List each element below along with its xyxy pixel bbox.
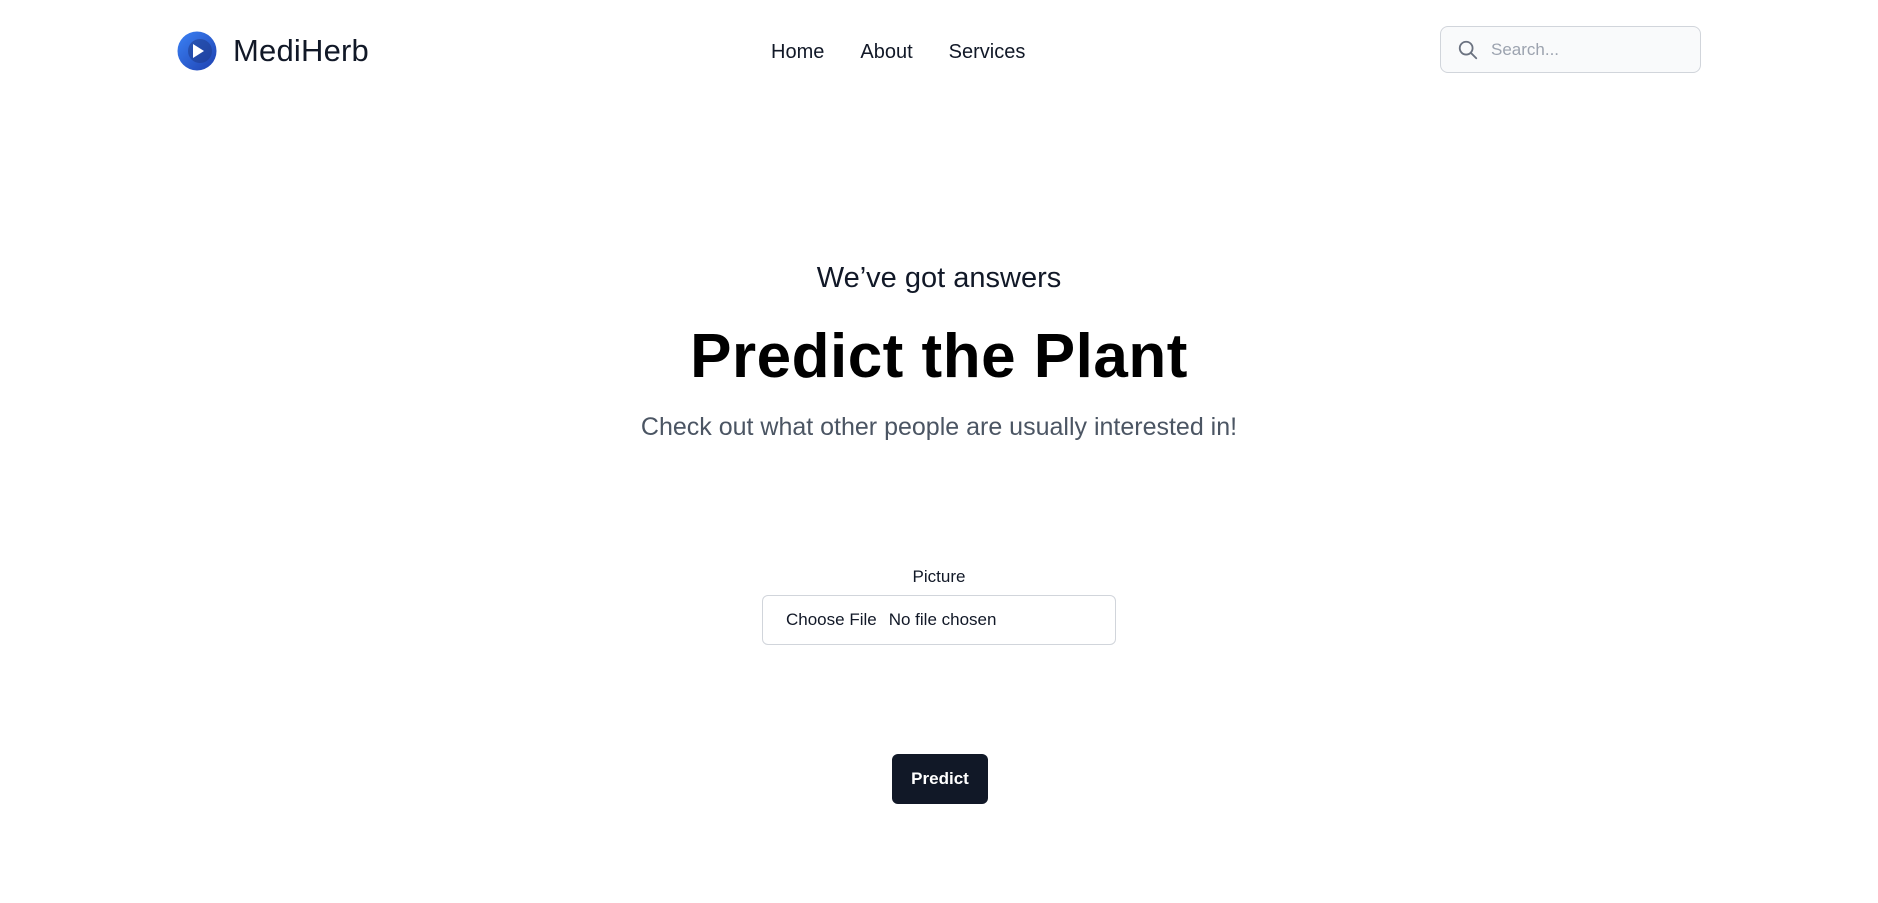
- picture-label: Picture: [912, 567, 966, 586]
- play-circle-logo-icon: [177, 31, 217, 70]
- nav-link-home[interactable]: Home: [771, 38, 824, 66]
- hero-eyebrow: We’ve got answers: [816, 262, 1062, 294]
- page-title: Predict the Plant: [690, 322, 1188, 391]
- choose-file-button[interactable]: Choose File: [786, 610, 877, 630]
- search-box: [1440, 26, 1701, 73]
- file-status-text: No file chosen: [888, 610, 997, 629]
- nav-link-services[interactable]: Services: [949, 38, 1026, 66]
- picture-file-input[interactable]: Choose File No file chosen: [762, 595, 1116, 645]
- brand-home-link[interactable]: MediHerb: [177, 30, 369, 71]
- page: MediHerb Home About Services We’ve got a…: [0, 0, 1878, 903]
- predict-form: Picture Choose File No file chosen: [762, 565, 1116, 645]
- nav-link-about[interactable]: About: [860, 38, 912, 66]
- search-icon: [1458, 40, 1478, 59]
- predict-button[interactable]: Predict: [892, 754, 988, 804]
- site-header: MediHerb Home About Services: [0, 0, 1878, 102]
- search-input[interactable]: [1491, 29, 1681, 70]
- main-nav: Home About Services: [771, 38, 1025, 66]
- hero-subtitle: Check out what other people are usually …: [640, 413, 1238, 441]
- brand-name: MediHerb: [233, 32, 369, 68]
- hero-section: We’ve got answers Predict the Plant Chec…: [0, 260, 1878, 444]
